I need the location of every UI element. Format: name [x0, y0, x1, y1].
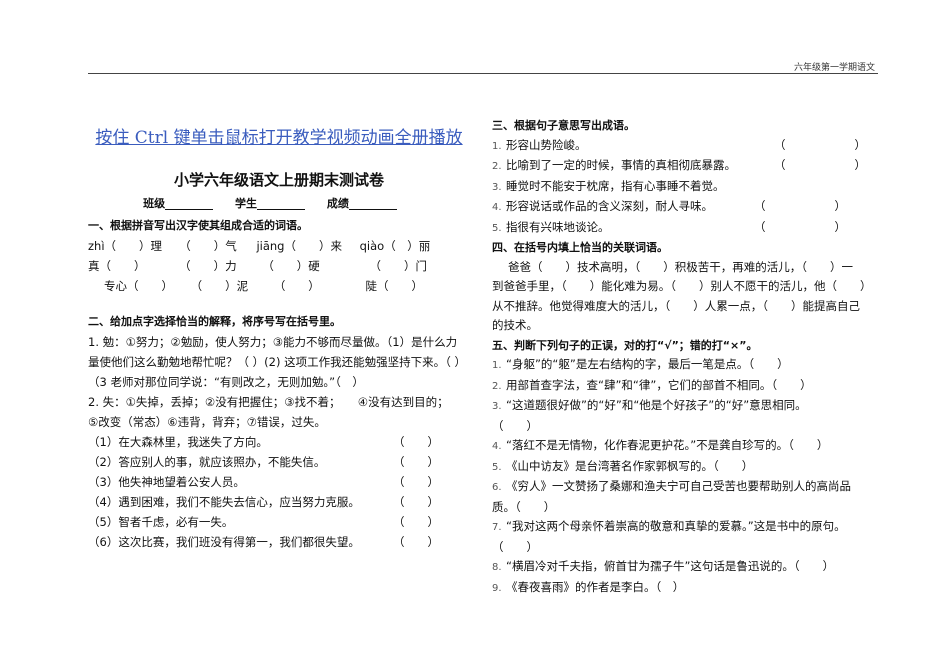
pinyin-item: （ ）力 — [179, 259, 237, 273]
q5-item-cont: 质。（ ） — [492, 499, 556, 514]
student-blank[interactable] — [257, 198, 305, 210]
q5-item: 4. “落红不是无情物，化作春泥更护花。”不是龚自珍写的。（ ） — [492, 438, 829, 452]
pinyin-row-1: zhì（ ）理 （ ）气 jiāng（ ）来 qiào（ ）丽 — [88, 236, 470, 256]
score-label: 成绩 — [326, 197, 349, 210]
answer-paren[interactable]: （ ） — [754, 220, 846, 234]
q2-line: 2. 失：①失掉，丢掉；②没有把握住；③找不着； ④没有达到目的； — [88, 395, 449, 409]
q5-item: 7. “我对这两个母亲怀着崇高的敬意和真挚的爱慕。”这是书中的原句。 — [492, 519, 846, 533]
student-info: 班级 学生 成绩 — [88, 194, 470, 214]
section-3-heading: 三、根据句子意思写出成语。 — [492, 119, 635, 132]
exam-title: 小学六年级语文上册期末测试卷 — [173, 171, 384, 189]
answer-paren[interactable]: （ ） — [393, 515, 439, 529]
answer-paren[interactable]: （ ） — [393, 475, 439, 489]
q2-item: （6）这次比赛，我们班没有得第一，我们都很失望。（ ） — [88, 535, 439, 549]
answer-paren[interactable]: （ ） — [774, 138, 866, 152]
section-2-heading: 二、给加点字选择恰当的解释，将序号写在括号里。 — [88, 315, 341, 328]
section-1-heading: 一、根据拼音写出汉字使其组成合适的词语。 — [88, 219, 308, 232]
video-link[interactable]: 按住 Ctrl 键单击鼠标打开教学视频动画全册播放 — [88, 128, 470, 148]
q2-item: （3）他失神地望着公安人员。（ ） — [88, 475, 439, 489]
pinyin-item: zhì（ ）理 （ ）气 — [88, 239, 237, 253]
answer-paren[interactable]: （ ） — [393, 455, 439, 469]
q4-line: 的技术。 — [492, 318, 538, 332]
class-label: 班级 — [143, 197, 166, 210]
q2-item: （4）遇到困难，我们不能失去信心，应当努力克服。（ ） — [88, 495, 439, 509]
q1-line: （3 老师对那位同学说：“有则改之，无则加勉。”（ ） — [88, 375, 364, 389]
q5-item: 9. 《春夜喜雨》的作者是李白。（ ） — [492, 579, 685, 594]
pinyin-item: qiào（ ）丽 — [359, 239, 431, 253]
pinyin-item: 真（ ） — [88, 259, 146, 273]
q5-item-cont: （ ） — [492, 418, 538, 433]
q3-item: 5. 指很有兴味地谈论。（ ） — [492, 219, 846, 234]
q4-line: 从不推辞。他觉得难度大的活儿，（ ）人累一点，（ ）能提高自己 — [492, 298, 860, 313]
pinyin-item: jiāng（ ）来 — [256, 239, 342, 253]
class-blank[interactable] — [165, 198, 214, 210]
answer-paren[interactable]: （ ） — [393, 435, 439, 449]
q2-item: （2）答应别人的事，就应该照办，不能失信。（ ） — [88, 455, 439, 469]
pinyin-item: 专心（ ） — [104, 279, 173, 293]
pinyin-row-2: 真（ ） （ ）力 （ ）硬 （ ）门 — [88, 256, 470, 276]
right-column: 三、根据句子意思写出成语。 1. 形容山势险峻。（ ） 2. 比喻到了一定的时候，事… — [492, 116, 877, 598]
student-label: 学生 — [235, 197, 257, 210]
q2-line: ⑤改变（常态）⑥违背，背弃；⑦错误，过失。 — [88, 415, 326, 429]
section-4-heading: 四、在括号内填上恰当的关联词语。 — [492, 241, 668, 254]
q1-line: 1. 勉：①努力；②勉励，使人努力；③能力不够而尽量做。（1）是什么力 — [88, 335, 458, 349]
answer-paren[interactable]: （ ） — [393, 535, 439, 549]
pinyin-row-3: 专心（ ） （ ）泥 （ ） 陡（ ） — [88, 276, 470, 296]
q3-item: 3. 睡觉时不能安于枕席，指有心事睡不着觉。 — [492, 178, 725, 193]
q5-item: 1. “身躯”的“躯”是左右结构的字，最后一笔是点。（ ） — [492, 357, 789, 371]
q3-item: 4. 形容说话或作品的含义深刻，耐人寻味。（ ） — [492, 199, 846, 213]
q5-item: 2. 用部首查字法，查“肆”和“律”，它们的部首不相同。（ ） — [492, 377, 812, 392]
answer-paren[interactable]: （ ） — [393, 495, 439, 509]
q5-item: 8. “横眉冷对千夫指，俯首甘为孺子牛”这句话是鲁迅说的。（ ） — [492, 559, 835, 573]
answer-paren[interactable]: （ ） — [754, 199, 846, 213]
q2-item: （5）智者千虑，必有一失。（ ） — [88, 515, 439, 529]
section-5-heading: 五、判断下列句子的正误，对的打“√”；错的打“×”。 — [492, 338, 758, 352]
score-blank[interactable] — [348, 198, 397, 210]
q2-item: （1）在大森林里，我迷失了方向。（ ） — [88, 435, 439, 449]
q5-item-cont: （ ） — [492, 539, 538, 554]
q3-item: 2. 比喻到了一定的时候，事情的真相彻底暴露。（ ） — [492, 158, 866, 172]
q5-item: 5. 《山中访友》是台湾著名作家郭枫写的。（ ） — [492, 458, 754, 473]
q5-item: 3. “这道题很好做”的“好”和“他是个好孩子”的“好”意思相同。 — [492, 398, 807, 412]
left-column: 按住 Ctrl 键单击鼠标打开教学视频动画全册播放 小学六年级语文上册期末测试卷… — [88, 128, 470, 552]
q3-item: 1. 形容山势险峻。（ ） — [492, 137, 866, 152]
pinyin-item: （ ）硬 — [262, 259, 320, 273]
answer-paren[interactable]: （ ） — [774, 158, 866, 172]
q1-line: 量使他们这么勤勉地帮忙呢？（ ）(2) 这项工作我还能勉强坚持下来。（ ） — [88, 355, 467, 369]
pinyin-item: （ ） — [273, 279, 320, 293]
q5-item: 6. 《穷人》一文赞扬了桑娜和渔夫宁可自己受苦也要帮助别人的高尚品 — [492, 479, 851, 493]
pinyin-item: （ ）门 — [369, 259, 427, 273]
header-rule — [88, 73, 878, 74]
pinyin-item: 陡（ ） — [365, 279, 423, 293]
q4-line: 到爸爸手里，（ ）能化难为易。（ ）别人不愿干的活儿，他（ ） — [492, 279, 872, 293]
pinyin-item: （ ）泥 — [190, 279, 249, 293]
q4-line: 爸爸（ ）技术高明，（ ）积极苦干，再难的活儿，（ ）一 — [508, 259, 853, 274]
page-header: 六年级第一学期语文 — [793, 63, 875, 73]
